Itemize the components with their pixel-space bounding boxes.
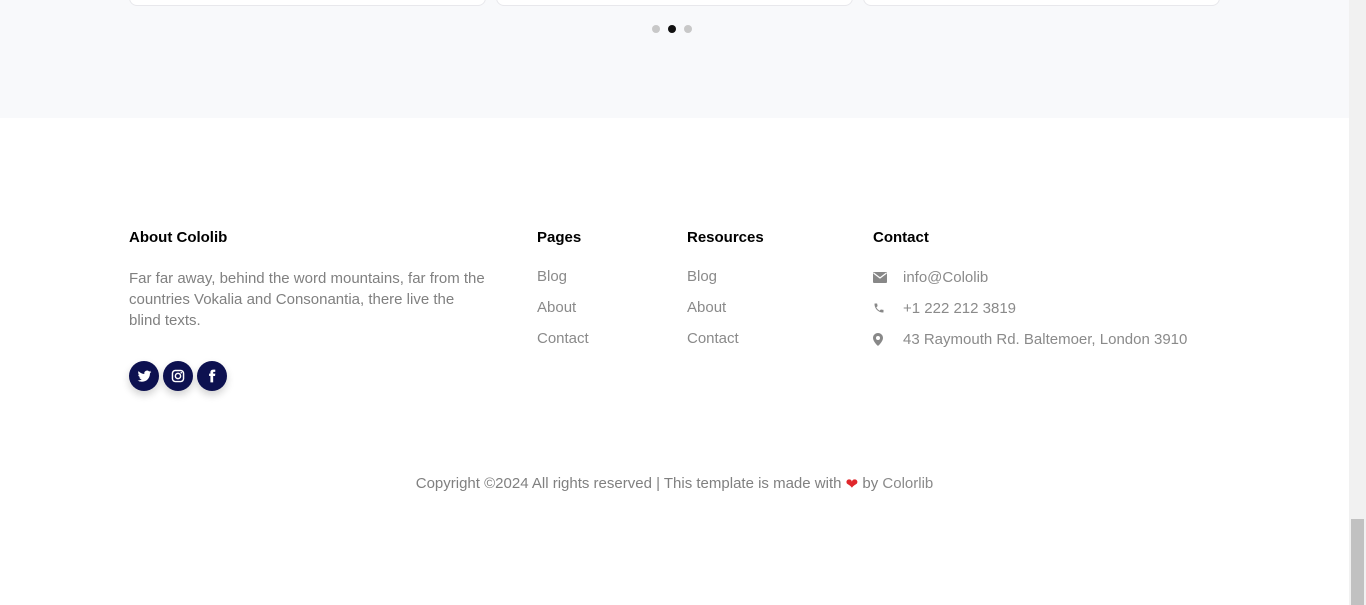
about-title: About Cololib bbox=[129, 229, 228, 246]
resources-title: Resources bbox=[687, 229, 764, 246]
scrollbar[interactable] bbox=[1349, 0, 1366, 605]
pages-link-about[interactable]: About bbox=[537, 299, 589, 317]
testimonial-card bbox=[863, 0, 1220, 6]
instagram-button[interactable] bbox=[163, 361, 193, 391]
testimonial-card bbox=[496, 0, 853, 6]
pages-link-blog[interactable]: Blog bbox=[537, 268, 589, 286]
footer-pages: Pages Blog About Contact bbox=[537, 229, 589, 361]
envelope-icon bbox=[873, 271, 903, 283]
contact-title: Contact bbox=[873, 229, 929, 246]
footer-about: About Cololib Far far away, behind the w… bbox=[129, 229, 489, 391]
about-text: Far far away, behind the word mountains,… bbox=[129, 270, 485, 329]
pages-link-contact[interactable]: Contact bbox=[537, 330, 589, 348]
carousel-dot-1[interactable] bbox=[652, 25, 660, 33]
contact-phone-row: +1 222 212 3819 bbox=[873, 299, 1187, 317]
contact-address-row: 43 Raymouth Rd. Baltemoer, London 3910 bbox=[873, 330, 1187, 348]
pages-title: Pages bbox=[537, 229, 582, 246]
phone-icon bbox=[873, 302, 903, 314]
testimonial-section bbox=[0, 0, 1349, 118]
contact-phone[interactable]: +1 222 212 3819 bbox=[903, 300, 1016, 317]
twitter-button[interactable] bbox=[129, 361, 159, 391]
carousel-dot-3[interactable] bbox=[684, 25, 692, 33]
testimonial-card bbox=[129, 0, 486, 6]
twitter-icon bbox=[137, 370, 151, 382]
copyright-by: by bbox=[862, 475, 879, 492]
instagram-icon bbox=[171, 369, 185, 383]
carousel-dot-2[interactable] bbox=[668, 25, 676, 33]
facebook-icon bbox=[209, 369, 216, 383]
map-pin-icon bbox=[873, 332, 903, 346]
contact-email-row: info@Cololib bbox=[873, 268, 1187, 286]
facebook-button[interactable] bbox=[197, 361, 227, 391]
footer-resources: Resources Blog About Contact bbox=[687, 229, 764, 361]
scrollbar-thumb[interactable] bbox=[1351, 519, 1364, 605]
footer-contact: Contact info@Cololib +1 222 212 3819 43 … bbox=[873, 229, 1187, 361]
contact-address: 43 Raymouth Rd. Baltemoer, London 3910 bbox=[903, 330, 1188, 348]
heart-icon: ❤ bbox=[845, 476, 859, 493]
carousel-dots bbox=[652, 25, 692, 33]
contact-email[interactable]: info@Cololib bbox=[903, 269, 988, 286]
social-links bbox=[129, 361, 489, 391]
colorlib-link[interactable]: Colorlib bbox=[882, 475, 933, 492]
resources-link-blog[interactable]: Blog bbox=[687, 268, 764, 286]
resources-link-contact[interactable]: Contact bbox=[687, 330, 764, 348]
copyright: Copyright ©2024 All rights reserved | Th… bbox=[0, 474, 1349, 493]
copyright-text: Copyright ©2024 All rights reserved | Th… bbox=[415, 475, 842, 492]
resources-link-about[interactable]: About bbox=[687, 299, 764, 317]
